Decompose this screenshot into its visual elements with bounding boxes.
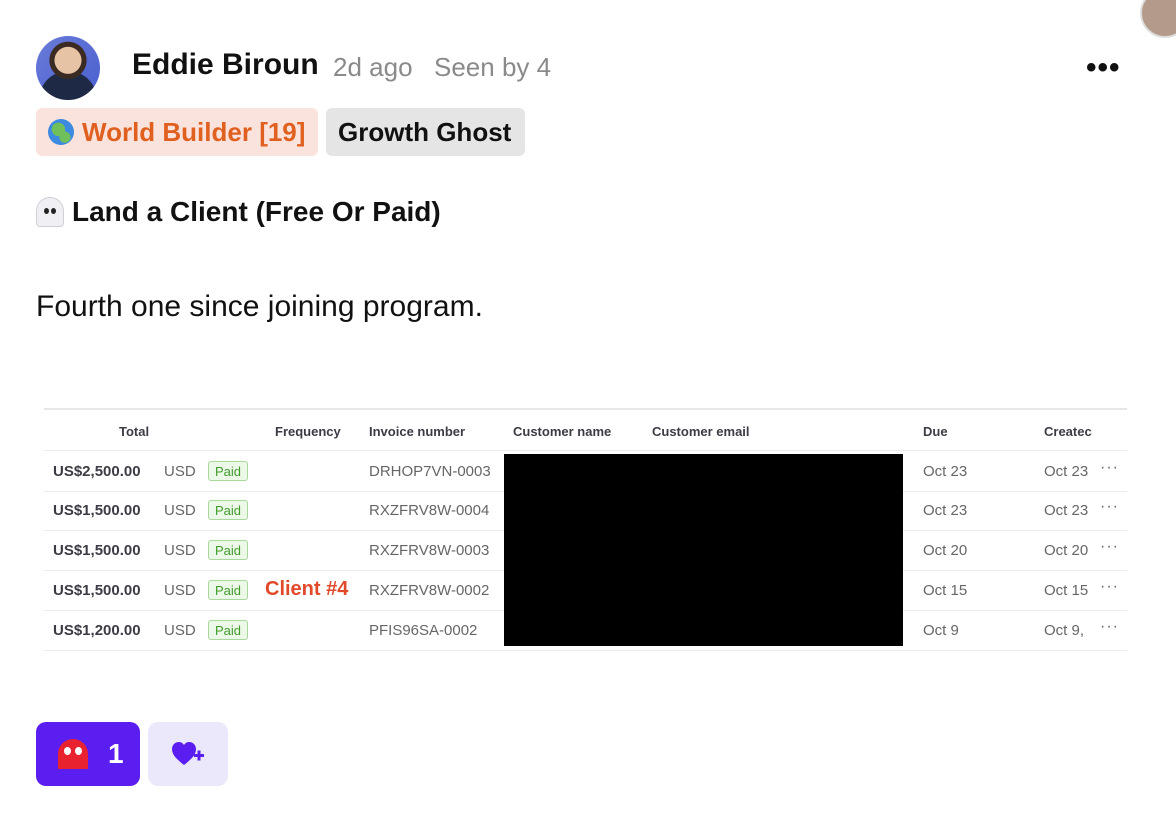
invoice-screenshot: Total Frequency Invoice number Customer …	[44, 408, 1127, 652]
status-badge: Paid	[208, 500, 248, 520]
due-date: Oct 9	[923, 622, 959, 639]
invoice-number: DRHOP7VN-0003	[369, 463, 491, 480]
currency: USD	[164, 622, 196, 639]
client-annotation: Client #4	[265, 578, 349, 600]
row-more-icon: ···	[1100, 578, 1119, 595]
invoice-number: RXZFRV8W-0004	[369, 502, 490, 519]
badge-label: World Builder [19]	[82, 116, 306, 147]
amount: US$1,200.00	[53, 622, 141, 639]
header-due: Due	[923, 424, 948, 439]
heart-plus-icon	[172, 742, 204, 765]
status-badge: Paid	[208, 580, 248, 600]
currency: USD	[164, 542, 196, 559]
post-title: Land a Client (Free Or Paid)	[36, 196, 441, 228]
header-frequency: Frequency	[275, 424, 341, 439]
header-invoice-number: Invoice number	[369, 424, 466, 439]
amount: US$1,500.00	[53, 582, 141, 599]
status-badge: Paid	[208, 461, 248, 481]
due-date: Oct 23	[923, 463, 968, 480]
badge-world-builder: World Builder [19]	[36, 108, 318, 156]
header-customer-name: Customer name	[513, 424, 612, 439]
header-customer-email: Customer email	[652, 424, 750, 439]
more-options-button[interactable]: •••	[1086, 53, 1121, 83]
header-total: Total	[119, 424, 150, 439]
created-date: Oct 23	[1044, 502, 1089, 519]
amount: US$2,500.00	[53, 463, 141, 480]
add-reaction-button[interactable]	[148, 722, 228, 786]
seen-by[interactable]: Seen by 4	[434, 52, 551, 83]
created-date: Oct 15	[1044, 582, 1089, 599]
header-created: Createc	[1044, 424, 1092, 439]
due-date: Oct 20	[923, 542, 968, 559]
currency: USD	[164, 463, 196, 480]
invoice-number: RXZFRV8W-0003	[369, 542, 490, 559]
amount: US$1,500.00	[53, 502, 141, 519]
pacman-ghost-icon	[58, 739, 88, 769]
created-date: Oct 9,	[1044, 622, 1085, 639]
status-badge: Paid	[208, 620, 248, 640]
due-date: Oct 23	[923, 502, 968, 519]
badge-growth-ghost: Growth Ghost	[326, 108, 525, 156]
row-more-icon: ···	[1100, 498, 1119, 515]
author-avatar[interactable]	[36, 36, 100, 100]
author-name[interactable]: Eddie Biroun	[132, 48, 319, 82]
ghost-icon	[36, 197, 64, 227]
invoice-number: PFIS96SA-0002	[369, 622, 478, 639]
row-more-icon: ···	[1100, 618, 1119, 635]
viewer-avatar[interactable]	[1140, 0, 1176, 38]
row-more-icon: ···	[1100, 459, 1119, 476]
globe-icon	[48, 119, 74, 145]
post-time: 2d ago	[333, 52, 413, 82]
created-date: Oct 23	[1044, 463, 1089, 480]
reaction-button[interactable]: 1	[36, 722, 140, 786]
invoice-number: RXZFRV8W-0002	[369, 582, 490, 599]
status-badge: Paid	[208, 540, 248, 560]
redacted-customer-info	[504, 454, 903, 646]
due-date: Oct 15	[923, 582, 968, 599]
post-body: Fourth one since joining program.	[36, 290, 483, 323]
currency: USD	[164, 582, 196, 599]
created-date: Oct 20	[1044, 542, 1089, 559]
reaction-count: 1	[108, 738, 124, 769]
amount: US$1,500.00	[53, 542, 141, 559]
row-more-icon: ···	[1100, 538, 1119, 555]
post-title-text: Land a Client (Free Or Paid)	[72, 196, 441, 227]
badge-label: Growth Ghost	[338, 116, 512, 147]
currency: USD	[164, 502, 196, 519]
